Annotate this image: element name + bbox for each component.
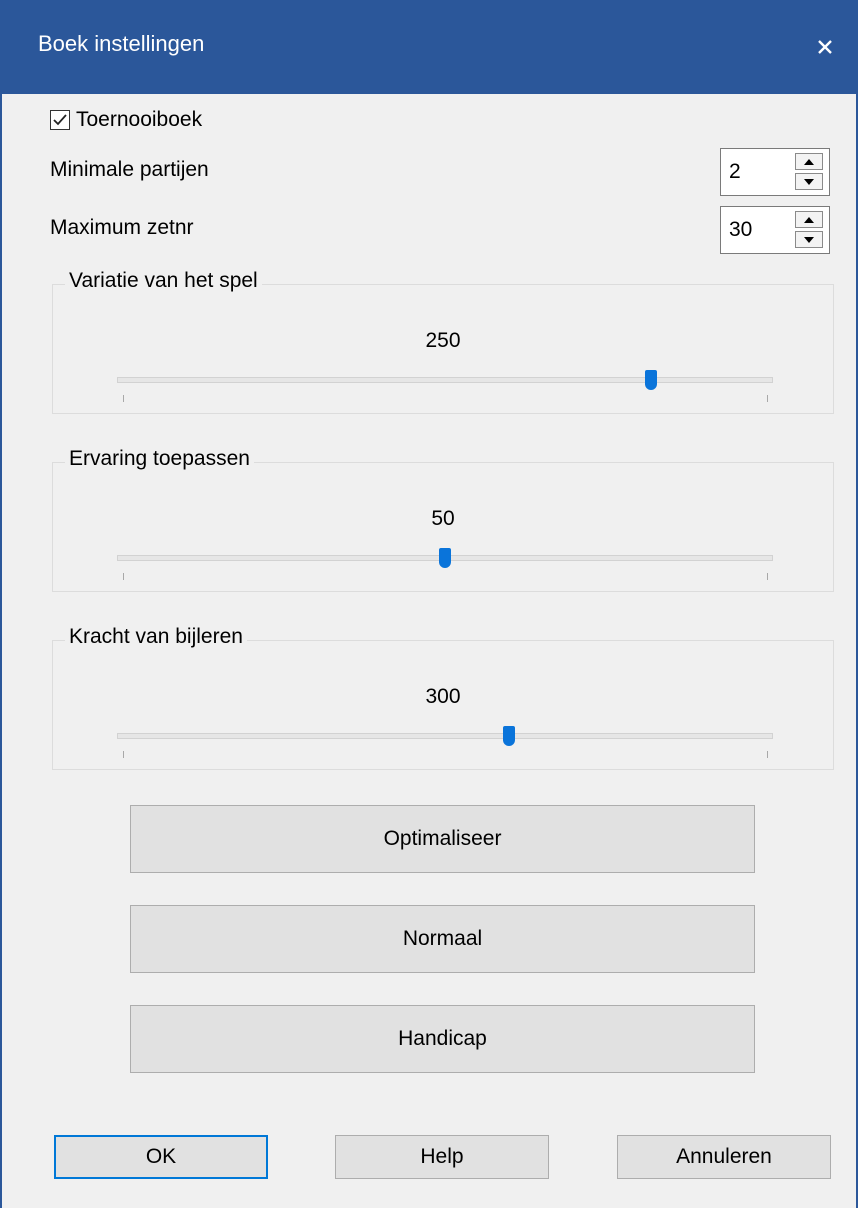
title-bar[interactable]: Boek instellingen xyxy=(2,0,858,94)
window-title: Boek instellingen xyxy=(38,31,205,56)
min-partijen-input[interactable]: 2 xyxy=(729,160,741,184)
variatie-slider-thumb[interactable] xyxy=(645,370,657,390)
min-partijen-spinner[interactable]: 2 xyxy=(720,148,830,196)
kracht-slider-thumb[interactable] xyxy=(503,726,516,746)
min-partijen-down-button[interactable] xyxy=(795,173,823,190)
kracht-tick-max xyxy=(767,751,768,758)
max-zetnr-down-button[interactable] xyxy=(795,231,823,248)
close-button[interactable] xyxy=(790,0,858,94)
toernooiboek-label: Toernooiboek xyxy=(76,108,203,131)
variatie-tick-min xyxy=(123,395,124,402)
ervaring-slider[interactable] xyxy=(117,548,773,568)
min-partijen-label: Minimale partijen xyxy=(50,158,209,181)
group-variatie-title: Variatie van het spel xyxy=(65,269,262,293)
kracht-value: 300 xyxy=(425,685,461,708)
help-button[interactable]: Help xyxy=(335,1135,549,1179)
max-zetnr-spinner[interactable]: 30 xyxy=(720,206,830,254)
arrow-down-icon xyxy=(804,236,814,243)
checkmark-icon xyxy=(53,114,67,126)
toernooiboek-checkbox-row[interactable]: Toernooiboek xyxy=(50,104,202,136)
close-icon xyxy=(818,40,832,54)
max-zetnr-label: Maximum zetnr xyxy=(50,216,194,239)
toernooiboek-checkbox[interactable] xyxy=(50,110,70,130)
kracht-tick-min xyxy=(123,751,124,758)
max-zetnr-input[interactable]: 30 xyxy=(729,218,752,242)
group-ervaring-title: Ervaring toepassen xyxy=(65,447,254,471)
dialog-window: Boek instellingen Toernooiboek Minimale … xyxy=(0,0,858,1208)
variatie-value: 250 xyxy=(425,329,461,352)
optimaliseer-button[interactable]: Optimaliseer xyxy=(130,805,755,873)
ervaring-tick-max xyxy=(767,573,768,580)
arrow-down-icon xyxy=(804,178,814,185)
handicap-button[interactable]: Handicap xyxy=(130,1005,755,1073)
annuleren-button[interactable]: Annuleren xyxy=(617,1135,831,1179)
ervaring-value: 50 xyxy=(431,507,455,530)
variatie-tick-max xyxy=(767,395,768,402)
kracht-slider[interactable] xyxy=(117,726,773,746)
ervaring-tick-min xyxy=(123,573,124,580)
group-kracht-title: Kracht van bijleren xyxy=(65,625,247,649)
arrow-up-icon xyxy=(804,158,814,165)
arrow-up-icon xyxy=(804,216,814,223)
min-partijen-up-button[interactable] xyxy=(795,153,823,170)
variatie-slider[interactable] xyxy=(117,370,773,390)
max-zetnr-up-button[interactable] xyxy=(795,211,823,228)
group-kracht: Kracht van bijleren 300 xyxy=(52,625,834,770)
group-ervaring: Ervaring toepassen 50 xyxy=(52,447,834,592)
ok-button[interactable]: OK xyxy=(54,1135,268,1179)
normaal-button[interactable]: Normaal xyxy=(130,905,755,973)
group-variatie: Variatie van het spel 250 xyxy=(52,269,834,414)
ervaring-slider-thumb[interactable] xyxy=(439,548,451,568)
